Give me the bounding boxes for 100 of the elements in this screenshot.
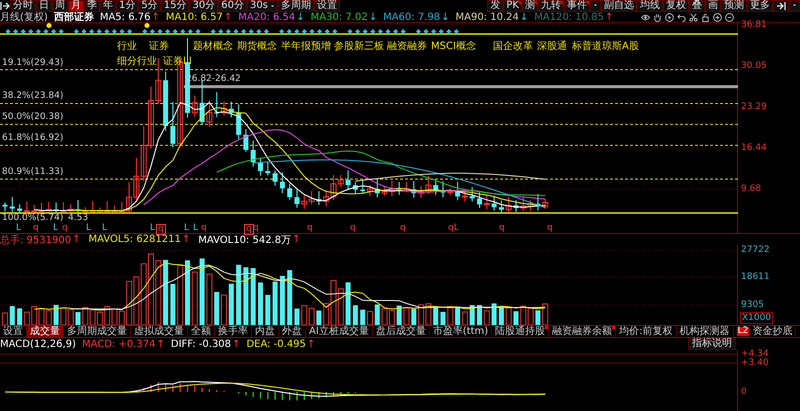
trend-arrow: ↑ bbox=[306, 338, 316, 350]
unit-label: X1000 bbox=[740, 312, 774, 324]
indicator-tab[interactable]: 融资融券余额 bbox=[549, 326, 616, 337]
indicator-value: MAVOL10: 542.8万 bbox=[198, 234, 292, 246]
signal-marker: q bbox=[244, 224, 254, 234]
trend-arrow: ↑ bbox=[224, 12, 232, 22]
signal-marker: q bbox=[32, 224, 40, 232]
signal-marker: q bbox=[546, 224, 554, 232]
industry-tag: 证券 bbox=[149, 41, 169, 53]
indicator-tab[interactable]: 均价:前复权 bbox=[616, 326, 677, 337]
toolbar-button[interactable]: 发 bbox=[487, 0, 504, 12]
axis-label: 9305 bbox=[741, 300, 764, 310]
concept-tag: 标普道琼斯A股 bbox=[572, 41, 639, 53]
signal-marker: q bbox=[498, 224, 506, 232]
axis-label: 30.05 bbox=[741, 60, 767, 71]
indicator-tab[interactable]: 换手率 bbox=[215, 326, 252, 337]
period-tab[interactable]: 5分 bbox=[138, 0, 161, 12]
toolbar-button[interactable]: 测 bbox=[522, 0, 538, 12]
fibonacci-level-label: 100.0%(5.74) bbox=[2, 214, 64, 223]
indicator-value: MA20: 6.54 bbox=[238, 12, 296, 22]
concept-tag: 半年报预增 bbox=[281, 41, 331, 53]
period-tab[interactable]: 月 bbox=[68, 0, 84, 12]
period-tab[interactable]: 日 bbox=[36, 0, 52, 12]
trend-arrow: ↑ bbox=[72, 234, 80, 245]
low-price-label: 4.53 bbox=[68, 214, 88, 223]
signal-marker: L bbox=[183, 224, 190, 232]
period-tab[interactable]: 季 bbox=[84, 0, 100, 12]
indicator-tab[interactable]: AI立桩成交量 bbox=[306, 326, 373, 337]
toolbar-button[interactable]: 预测 bbox=[721, 0, 747, 12]
indicator-tab[interactable]: 机构探测器 bbox=[676, 326, 734, 337]
toolbar-button[interactable]: 设置 bbox=[314, 0, 340, 12]
indicator-help-button[interactable]: 指标说明 bbox=[688, 338, 736, 350]
signal-marker: q bbox=[349, 224, 357, 232]
axis-label: 36.81 bbox=[741, 20, 767, 30]
indicator-tab[interactable]: 虚拟成交量 bbox=[131, 326, 188, 337]
period-tab[interactable]: 分时 bbox=[10, 0, 36, 12]
concept-tag: 融资融券 bbox=[387, 41, 427, 53]
trend-arrow: ↑ bbox=[232, 338, 240, 350]
fibonacci-level-label: 80.9%(11.33) bbox=[2, 166, 64, 178]
toolbar-button[interactable]: 事件 bbox=[564, 0, 590, 12]
trend-arrow: ↑ bbox=[182, 234, 190, 245]
industry-tag: 细分行业 bbox=[117, 56, 157, 68]
indicator-value: MA90: 10.24 bbox=[455, 12, 519, 22]
indicator-value: MACD(12,26,9) bbox=[0, 338, 76, 350]
signal-marker: L bbox=[52, 224, 60, 232]
stock-name: 西部证券 bbox=[54, 12, 94, 22]
signal-marker: q bbox=[306, 224, 314, 232]
indicator-value: MACD: +0.374 bbox=[82, 338, 156, 350]
axis-label: 16.44 bbox=[741, 143, 767, 154]
concept-tag: 期货概念 bbox=[237, 41, 277, 53]
signal-marker: q bbox=[200, 224, 208, 232]
chart-period-label: 月线(复权) bbox=[0, 12, 48, 22]
period-tab[interactable]: 年 bbox=[100, 0, 116, 12]
axis-label: 27722 bbox=[741, 245, 770, 255]
indicator-tab[interactable]: 外盘 bbox=[279, 326, 306, 337]
indicator-value: MAVOL5: 6281211 bbox=[88, 234, 181, 245]
level2-badge: L2 bbox=[736, 327, 750, 336]
axis-label: +3.40 bbox=[741, 358, 769, 368]
axis-label: 23.29 bbox=[741, 102, 767, 112]
toolbar-button[interactable]: 副自选 bbox=[601, 0, 637, 12]
trend-arrow: ↓ bbox=[441, 12, 450, 22]
period-tab[interactable]: 30分 bbox=[189, 0, 218, 12]
toolbar-button[interactable]: PK bbox=[503, 0, 522, 12]
signal-marker: q bbox=[399, 224, 407, 232]
indicator-value: DIFF: -0.308 bbox=[170, 338, 232, 350]
axis-label: 9.68 bbox=[741, 184, 762, 194]
toolbar-button[interactable]: 叠 bbox=[689, 0, 705, 12]
indicator-value: MA60: 7.98 bbox=[383, 12, 440, 22]
trend-arrow: ↑ bbox=[151, 12, 160, 22]
indicator-tab[interactable]: 全额 bbox=[188, 326, 215, 337]
indicator-value: 总手: 9531900 bbox=[0, 234, 72, 246]
period-tab[interactable]: 15分 bbox=[160, 0, 190, 12]
toolbar-button[interactable]: 复权 bbox=[663, 0, 689, 12]
toolbar-button[interactable]: 画 bbox=[705, 0, 721, 12]
signal-marker: L bbox=[15, 224, 22, 232]
trend-arrow: ↑ bbox=[604, 12, 614, 22]
signal-marker: q bbox=[156, 224, 166, 234]
toolbar-button[interactable]: 均线 bbox=[637, 0, 663, 12]
period-tab[interactable]: 周 bbox=[52, 0, 68, 12]
signal-marker: q bbox=[61, 224, 69, 232]
indicator-value: MA10: 6.57 bbox=[166, 12, 223, 22]
toolbar-button[interactable]: 九转 bbox=[538, 0, 564, 12]
concept-tag: 参股新三板 bbox=[334, 41, 384, 53]
signal-marker: qL bbox=[447, 224, 460, 232]
indicator-tab[interactable]: 设置 bbox=[0, 326, 27, 337]
toolbar-button[interactable]: 更多 bbox=[747, 0, 773, 12]
concept-tag: 国企改革 bbox=[493, 41, 533, 53]
signal-marker: L bbox=[192, 224, 200, 232]
period-tab[interactable]: 60分 bbox=[218, 0, 247, 12]
indicator-value: MA120: 10.85 bbox=[534, 12, 604, 22]
period-dropdown[interactable]: 30s bbox=[246, 0, 278, 12]
signal-marker: L bbox=[85, 224, 92, 232]
industry-tag: 行业 bbox=[117, 41, 137, 53]
indicator-value: MA30: 7.02 bbox=[310, 12, 368, 22]
trend-arrow: ↑ bbox=[292, 234, 300, 245]
indicator-tab[interactable]: 成交量 bbox=[27, 326, 64, 337]
period-tab[interactable]: 1分 bbox=[116, 0, 138, 12]
toolbar-button[interactable]: 多周期 bbox=[278, 0, 314, 12]
trend-arrow: ↓ bbox=[368, 12, 378, 22]
fibonacci-level-label: 50.0%(20.38) bbox=[2, 111, 64, 124]
